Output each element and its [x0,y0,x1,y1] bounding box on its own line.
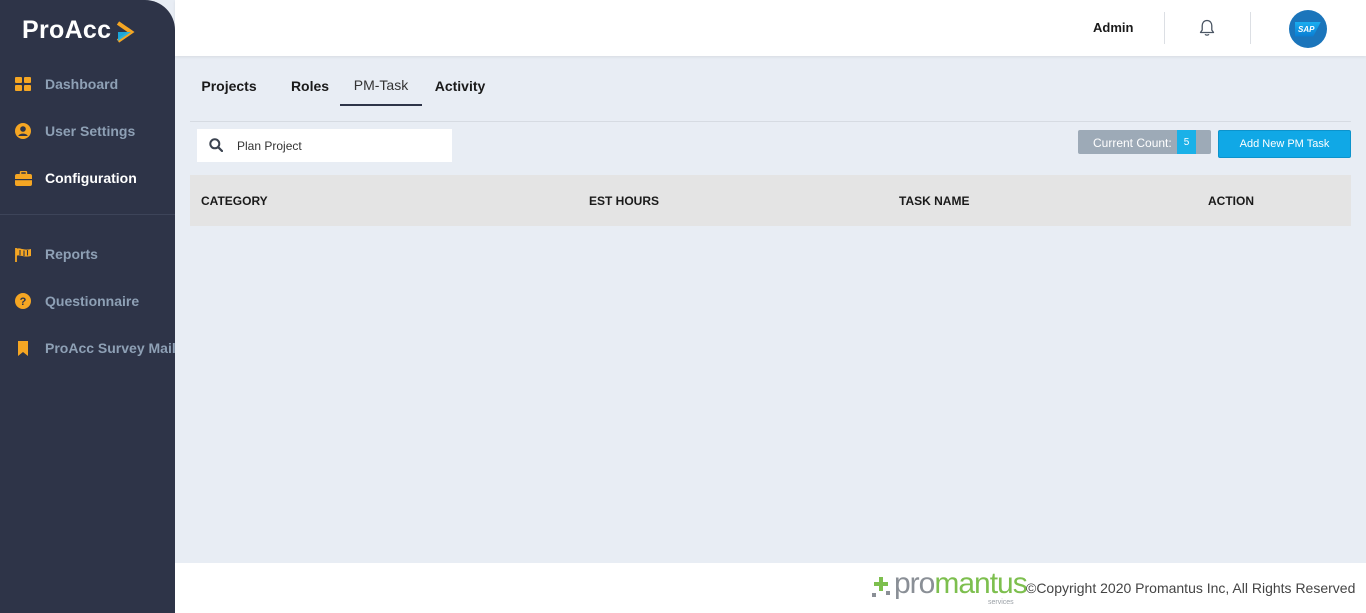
footer: promantus services ©Copyright 2020 Proma… [175,563,1366,613]
sidebar: ProAcc Dashboard User Settings Configura… [0,0,176,613]
bookmark-icon [14,339,32,357]
sidebar-item-label: User Settings [45,123,136,139]
count-value: 5 [1177,130,1196,154]
search-box [197,129,452,162]
sidebar-item-reports[interactable]: Reports [0,239,175,269]
app-logo[interactable]: ProAcc [22,16,135,45]
sap-logo-icon: SAP [1295,21,1321,37]
copyright-text: ©Copyright 2020 Promantus Inc, All Right… [1026,580,1356,596]
tab-label: PM-Task [353,77,409,93]
tab-roles[interactable]: Roles [282,66,338,106]
column-header-category[interactable]: CATEGORY [201,194,268,208]
brand-rest: mantus [934,567,1027,600]
tab-projects[interactable]: Projects [190,66,268,106]
leaf-plus-icon [872,577,890,597]
sidebar-item-label: ProAcc Survey Mail [45,340,176,356]
sidebar-item-survey-mail[interactable]: ProAcc Survey Mail [0,333,176,363]
table-header: CATEGORY EST HOURS TASK NAME ACTION [190,175,1351,226]
add-new-pm-task-button[interactable]: Add New PM Task [1218,130,1351,158]
sidebar-item-user-settings[interactable]: User Settings [0,116,175,146]
current-count-badge: Current Count: 5 [1078,130,1211,154]
column-header-est-hours[interactable]: EST HOURS [589,194,659,208]
column-header-task-name[interactable]: TASK NAME [899,194,969,208]
grid-icon [14,75,32,93]
column-header-action[interactable]: ACTION [1208,194,1254,208]
sidebar-item-questionnaire[interactable]: ? Questionnaire [0,286,175,316]
search-icon [209,138,224,157]
top-bar: Admin SAP [175,0,1366,56]
sidebar-item-label: Dashboard [45,76,119,92]
sidebar-item-dashboard[interactable]: Dashboard [0,69,175,99]
brand-wordmark: promantus [894,567,1028,600]
sidebar-item-label: Configuration [45,170,137,186]
logo-text: ProAcc [22,16,112,44]
flag-icon [14,245,32,263]
user-circle-icon [14,122,32,140]
tab-label: Roles [290,78,330,94]
tab-activity[interactable]: Activity [428,66,492,106]
header-divider [1164,12,1165,44]
tab-label: Projects [201,78,257,94]
promantus-logo: promantus services [870,567,1028,606]
sidebar-item-configuration[interactable]: Configuration [0,163,175,193]
sidebar-divider [0,214,175,215]
briefcase-icon [14,169,32,187]
tab-pm-task[interactable]: PM-Task [340,66,422,106]
tab-bar: Projects Roles PM-Task Activity [190,66,1351,122]
chevron-right-icon [117,20,135,43]
brand-pro: pro [894,567,935,600]
svg-text:?: ? [20,296,27,308]
question-circle-icon: ? [14,292,32,310]
sidebar-item-label: Reports [45,246,98,262]
user-name[interactable]: Admin [1093,20,1133,35]
header-divider [1250,12,1251,44]
tab-label: Activity [434,78,486,94]
sidebar-item-label: Questionnaire [45,293,140,309]
bell-icon[interactable] [1199,19,1215,42]
brand-sub: services [988,599,1014,606]
avatar[interactable]: SAP [1289,10,1327,48]
search-input[interactable] [237,129,447,162]
count-label: Current Count: [1093,136,1172,150]
